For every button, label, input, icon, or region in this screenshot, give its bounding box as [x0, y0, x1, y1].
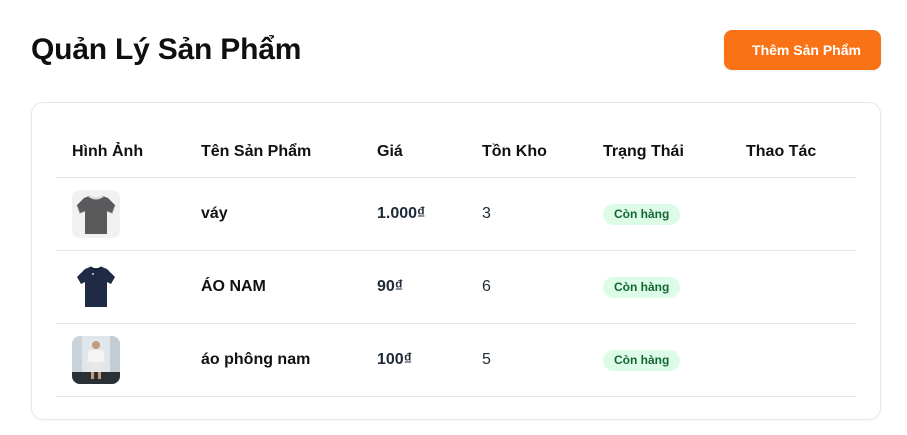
add-product-button[interactable]: Thêm Sản Phẩm	[724, 30, 881, 70]
status-badge: Còn hàng	[603, 203, 681, 225]
product-price: 100₫	[361, 323, 466, 397]
product-image-cell	[56, 250, 185, 324]
navy-tshirt-image	[72, 263, 120, 311]
gray-tshirt-image	[72, 190, 120, 238]
status-badge: Còn hàng	[603, 349, 681, 371]
product-price: 1.000₫	[361, 177, 466, 251]
product-actions-cell	[730, 177, 856, 251]
column-header-price: Giá	[361, 127, 466, 178]
product-stock: 6	[466, 250, 587, 324]
product-status-cell: Còn hàng	[587, 177, 730, 251]
status-badge: Còn hàng	[603, 276, 681, 298]
product-status-cell: Còn hàng	[587, 323, 730, 397]
table-header: Hình Ảnh Tên Sản Phẩm Giá Tồn Kho Trạng …	[56, 127, 856, 178]
column-header-image: Hình Ảnh	[56, 127, 185, 178]
table-body: váy 1.000₫ 3 Còn hàng ÁO NAM 90₫ 6 Còn h…	[56, 177, 856, 397]
product-image-cell	[56, 177, 185, 251]
product-name: ÁO NAM	[185, 250, 361, 324]
product-table: Hình Ảnh Tên Sản Phẩm Giá Tồn Kho Trạng …	[56, 127, 856, 397]
product-name: áo phông nam	[185, 323, 361, 397]
table-row: ÁO NAM 90₫ 6 Còn hàng	[56, 250, 856, 324]
column-header-status: Trạng Thái	[587, 127, 730, 178]
product-stock: 3	[466, 177, 587, 251]
column-header-actions: Thao Tác	[730, 127, 856, 178]
product-management-page: Quản Lý Sản Phẩm Thêm Sản Phẩm Hình Ảnh …	[0, 0, 907, 435]
product-name: váy	[185, 177, 361, 251]
product-stock: 5	[466, 323, 587, 397]
column-header-name: Tên Sản Phẩm	[185, 127, 361, 178]
product-image-cell	[56, 323, 185, 397]
product-status-cell: Còn hàng	[587, 250, 730, 324]
fashion-photo-image	[72, 336, 120, 384]
table-row: áo phông nam 100₫ 5 Còn hàng	[56, 323, 856, 397]
table-row: váy 1.000₫ 3 Còn hàng	[56, 177, 856, 251]
product-price: 90₫	[361, 250, 466, 324]
product-table-card: Hình Ảnh Tên Sản Phẩm Giá Tồn Kho Trạng …	[31, 102, 881, 420]
column-header-stock: Tồn Kho	[466, 127, 587, 178]
table-header-row: Hình Ảnh Tên Sản Phẩm Giá Tồn Kho Trạng …	[56, 127, 856, 178]
product-actions-cell	[730, 250, 856, 324]
product-actions-cell	[730, 323, 856, 397]
page-title: Quản Lý Sản Phẩm	[31, 33, 302, 66]
